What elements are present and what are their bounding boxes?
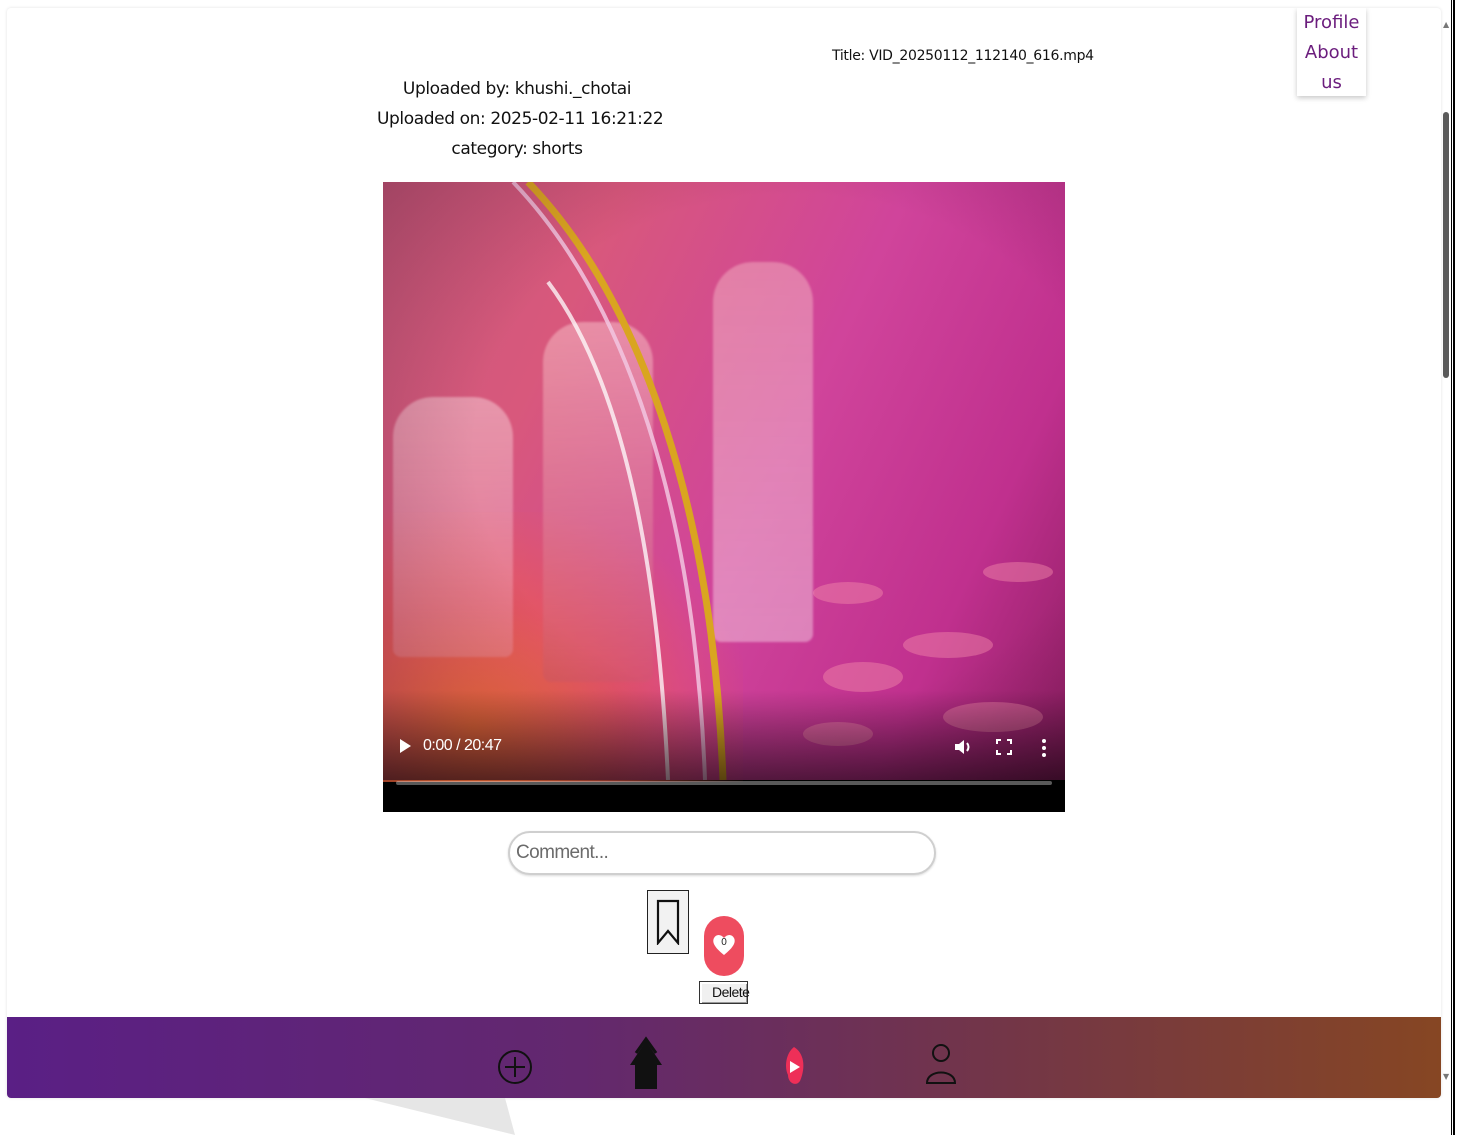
bookmark-icon [656,899,680,945]
menu-link-profile[interactable]: Profile [1297,8,1366,38]
menu-link-about[interactable]: About [1297,38,1366,68]
add-circle-icon [498,1050,532,1084]
video-title: Title: VID_20250112_112140_616.mp4 [832,48,1094,64]
uploaded-by: Uploaded by: khushi._chotai [402,79,632,99]
scroll-up-arrow-icon[interactable]: ▲ [1443,20,1449,29]
home-icon [630,1036,662,1093]
delete-button[interactable]: Delete [699,981,750,1004]
volume-icon[interactable] [953,738,973,756]
controls-shade [383,690,1065,780]
uploaded-on: Uploaded on: 2025-02-11 16:21:22 [377,109,664,129]
play-button[interactable] [400,739,411,753]
bottom-nav [7,1017,1441,1098]
like-button[interactable]: 0 [704,916,744,976]
video-meta: Uploaded by: khushi._chotai Uploaded on:… [377,74,664,164]
scrollbar-thumb[interactable] [1443,112,1449,378]
nav-shorts-button[interactable] [774,1033,814,1089]
background-shadow [365,1098,515,1135]
top-menu: Profile About us [1297,8,1366,96]
comment-input[interactable] [508,831,936,875]
nav-home-button[interactable] [626,1033,666,1093]
video-category: category: shorts [451,139,583,159]
menu-link-about-us[interactable]: us [1297,68,1366,98]
scroll-down-arrow-icon[interactable]: ▼ [1443,1072,1449,1081]
window-border [1451,0,1455,1135]
fullscreen-icon[interactable] [995,738,1013,756]
like-count: 0 [721,937,727,948]
shorts-play-icon [786,1047,804,1084]
page-card: Profile About us Title: VID_20250112_112… [7,8,1441,1098]
time-display: 0:00 / 20:47 [423,737,502,754]
nav-add-button[interactable] [495,1033,535,1089]
progress-bar[interactable] [396,781,1052,785]
bookmark-button[interactable] [647,890,689,954]
user-icon [925,1044,957,1084]
video-player[interactable]: 0:00 / 20:47 [383,182,1065,812]
nav-profile-button[interactable] [921,1033,961,1089]
more-options-icon[interactable] [1039,738,1049,758]
